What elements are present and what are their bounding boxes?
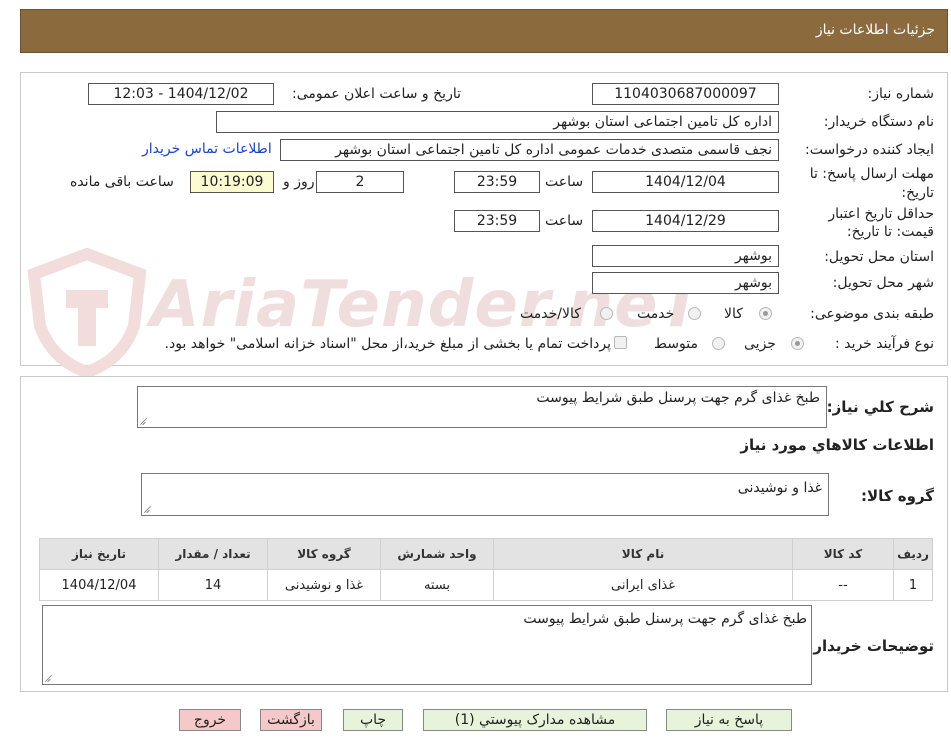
- category-both-radio[interactable]: [600, 307, 613, 320]
- col-name-header: نام کالا: [493, 538, 793, 570]
- city-field: بوشهر: [592, 272, 779, 294]
- reply-time-field: 23:59: [454, 171, 540, 193]
- treasury-payment-note: پرداخت تمام یا بخشی از مبلغ خرید،از محل …: [164, 336, 611, 352]
- table-row: 1 -- غذای ایرانی بسته غذا و نوشیدنی 14 1…: [39, 569, 933, 601]
- process-medium-radio[interactable]: [712, 337, 725, 350]
- resize-grip-icon[interactable]: [45, 674, 53, 682]
- general-desc-label: شرح کلي نياز:: [826, 398, 934, 416]
- need-number-field: 1104030687000097: [592, 83, 779, 105]
- remaining-label: ساعت باقی مانده: [70, 174, 174, 190]
- cell-name: غذای ایرانی: [493, 569, 793, 601]
- need-number-label: شماره نیاز:: [867, 86, 935, 102]
- goods-group-text: غذا و نوشیدنی: [737, 480, 822, 496]
- announce-label: تاریخ و ساعت اعلان عمومی:: [292, 86, 461, 102]
- category-both-label: کالا/خدمت: [520, 306, 581, 322]
- process-medium-label: متوسط: [654, 336, 698, 352]
- days-label: روز و: [283, 174, 315, 190]
- resize-grip-icon[interactable]: [144, 505, 152, 513]
- buyer-org-label: نام دستگاه خریدار:: [823, 114, 934, 130]
- days-remaining-field: 2: [316, 171, 404, 193]
- category-label: طبقه بندی موضوعی:: [810, 306, 934, 322]
- table-header-row: رديف کد کالا نام کالا واحد شمارش گروه کا…: [39, 538, 933, 570]
- col-date-header: تاريخ نياز: [39, 538, 159, 570]
- city-label: شهر محل تحویل:: [832, 275, 934, 291]
- col-group-header: گروه کالا: [267, 538, 381, 570]
- buyer-org-field: اداره کل تامین اجتماعی استان بوشهر: [216, 111, 779, 133]
- treasury-payment-checkbox[interactable]: [614, 336, 627, 349]
- category-goods-radio[interactable]: [759, 307, 772, 320]
- reply-deadline-label: مهلت ارسال پاسخ: تا: [809, 166, 934, 182]
- validity-date-field: 1404/12/29: [592, 210, 779, 232]
- goods-group-label: گروه کالا:: [861, 487, 934, 505]
- cell-unit: بسته: [380, 569, 494, 601]
- reply-hour-label: ساعت: [545, 174, 584, 190]
- watermark-logo-icon: [22, 247, 152, 379]
- cell-date: 1404/12/04: [39, 569, 159, 601]
- remaining-time-field: 10:19:09: [190, 171, 274, 193]
- view-attachments-button[interactable]: مشاهده مدارک پیوستي (1): [423, 709, 647, 731]
- creator-label: ایجاد کننده درخواست:: [805, 142, 934, 158]
- cell-group: غذا و نوشیدنی: [267, 569, 381, 601]
- validity-hour-label: ساعت: [545, 213, 584, 229]
- page-header: جزئیات اطلاعات نیاز: [20, 9, 948, 53]
- validity-label-2: قیمت: تا تاریخ:: [846, 224, 934, 240]
- resize-grip-icon[interactable]: [140, 417, 148, 425]
- col-unit-header: واحد شمارش: [380, 538, 494, 570]
- goods-group-textarea[interactable]: غذا و نوشیدنی: [141, 473, 829, 516]
- category-service-label: خدمت: [637, 306, 675, 322]
- print-button[interactable]: چاپ: [343, 709, 403, 731]
- province-field: بوشهر: [592, 245, 779, 267]
- creator-field: نجف قاسمی متصدی خدمات عمومی اداره کل تام…: [280, 139, 779, 161]
- col-code-header: کد کالا: [792, 538, 894, 570]
- general-desc-textarea[interactable]: طبخ غذای گرم جهت پرسنل طبق شرایط پیوست: [137, 386, 827, 428]
- cell-qty: 14: [158, 569, 268, 601]
- category-goods-label: کالا: [724, 306, 743, 322]
- buyer-notes-textarea[interactable]: طبخ غذای گرم جهت پرسنل طبق شرایط پیوست: [42, 605, 812, 685]
- province-label: استان محل تحویل:: [824, 249, 934, 265]
- process-label: نوع فرآیند خرید :: [835, 336, 934, 352]
- buyer-notes-label: توضیحات خریدار:: [807, 637, 934, 655]
- buyer-contact-link[interactable]: اطلاعات تماس خریدار: [142, 141, 272, 157]
- validity-label: حداقل تاریخ اعتبار: [828, 206, 934, 222]
- col-row-header: رديف: [893, 538, 933, 570]
- items-table: رديف کد کالا نام کالا واحد شمارش گروه کا…: [39, 538, 933, 601]
- col-qty-header: تعداد / مقدار: [158, 538, 268, 570]
- general-desc-text: طبخ غذای گرم جهت پرسنل طبق شرایط پیوست: [536, 390, 820, 406]
- reply-deadline-label-2: تاریخ:: [901, 185, 934, 201]
- page-title: جزئیات اطلاعات نیاز: [815, 22, 935, 38]
- process-minor-radio[interactable]: [791, 337, 804, 350]
- reply-button[interactable]: پاسخ به نیاز: [666, 709, 792, 731]
- category-service-radio[interactable]: [688, 307, 701, 320]
- reply-date-field: 1404/12/04: [592, 171, 779, 193]
- cell-code: --: [792, 569, 894, 601]
- goods-info-title: اطلاعات کالاهاي مورد نياز: [740, 436, 934, 454]
- process-minor-label: جزیی: [744, 336, 776, 352]
- back-button[interactable]: بازگشت: [260, 709, 322, 731]
- validity-time-field: 23:59: [454, 210, 540, 232]
- exit-button[interactable]: خروج: [179, 709, 241, 731]
- cell-row: 1: [893, 569, 933, 601]
- buyer-notes-text: طبخ غذای گرم جهت پرسنل طبق شرایط پیوست: [523, 611, 807, 627]
- announce-datetime-field: 1404/12/02 - 12:03: [88, 83, 274, 105]
